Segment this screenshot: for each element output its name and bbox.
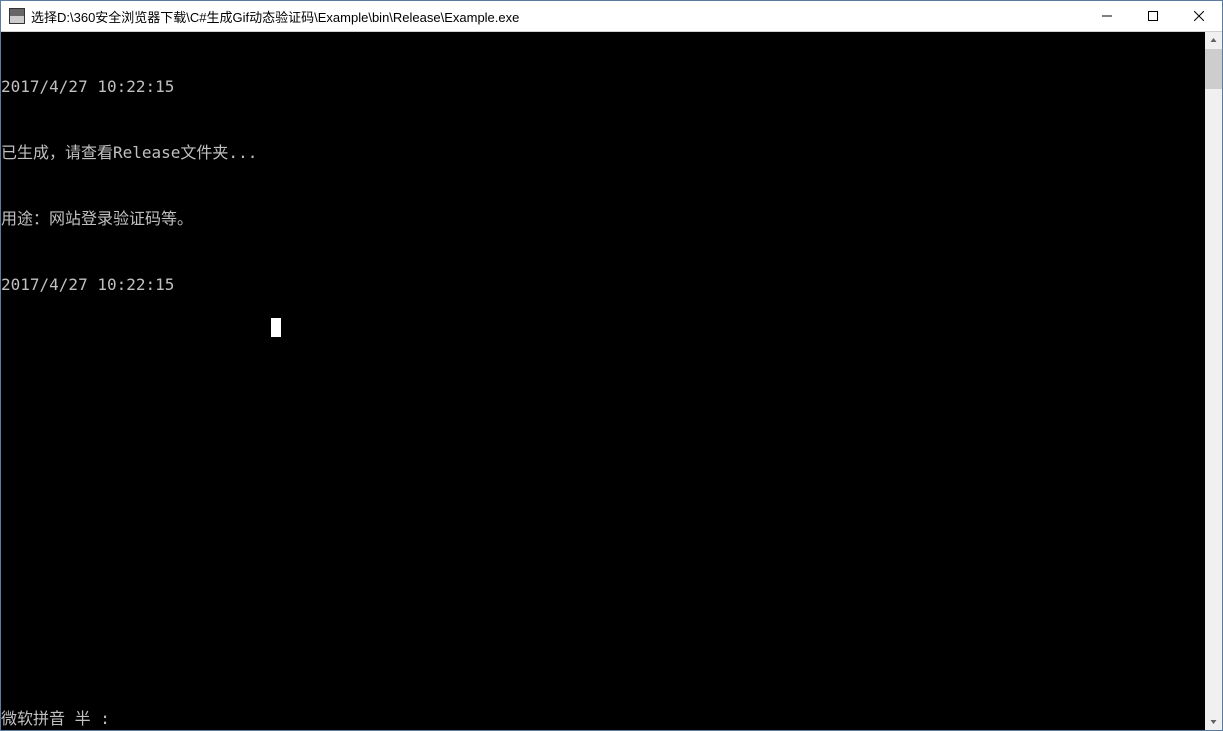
minimize-icon [1102, 11, 1112, 21]
chevron-down-icon [1210, 718, 1217, 725]
close-icon [1194, 11, 1204, 21]
window-controls [1084, 1, 1222, 31]
minimize-button[interactable] [1084, 1, 1130, 31]
maximize-icon [1148, 11, 1158, 21]
window-title: 选择D:\360安全浏览器下载\C#生成Gif动态验证码\Example\bin… [31, 7, 1084, 26]
titlebar[interactable]: 选择D:\360安全浏览器下载\C#生成Gif动态验证码\Example\bin… [1, 1, 1222, 32]
scroll-down-button[interactable] [1205, 713, 1222, 730]
scroll-up-button[interactable] [1205, 32, 1222, 49]
vertical-scrollbar[interactable] [1205, 32, 1222, 730]
console-line: 已生成，请查看Release文件夹... [1, 142, 1205, 164]
chevron-up-icon [1210, 37, 1217, 44]
console-line: 2017/4/27 10:22:15 [1, 76, 1205, 98]
console-area[interactable]: 2017/4/27 10:22:15 已生成，请查看Release文件夹... … [1, 32, 1222, 730]
console-line: 2017/4/27 10:22:15 [1, 274, 1205, 296]
text-cursor [271, 318, 281, 337]
console-line: 用途：网站登录验证码等。 [1, 208, 1205, 230]
scroll-thumb[interactable] [1205, 49, 1222, 89]
close-button[interactable] [1176, 1, 1222, 31]
maximize-button[interactable] [1130, 1, 1176, 31]
scroll-track[interactable] [1205, 49, 1222, 713]
console-window: 选择D:\360安全浏览器下载\C#生成Gif动态验证码\Example\bin… [0, 0, 1223, 731]
app-icon [9, 8, 25, 24]
console-content[interactable]: 2017/4/27 10:22:15 已生成，请查看Release文件夹... … [1, 32, 1205, 730]
ime-status-line: 微软拼音 半 : [1, 708, 110, 730]
